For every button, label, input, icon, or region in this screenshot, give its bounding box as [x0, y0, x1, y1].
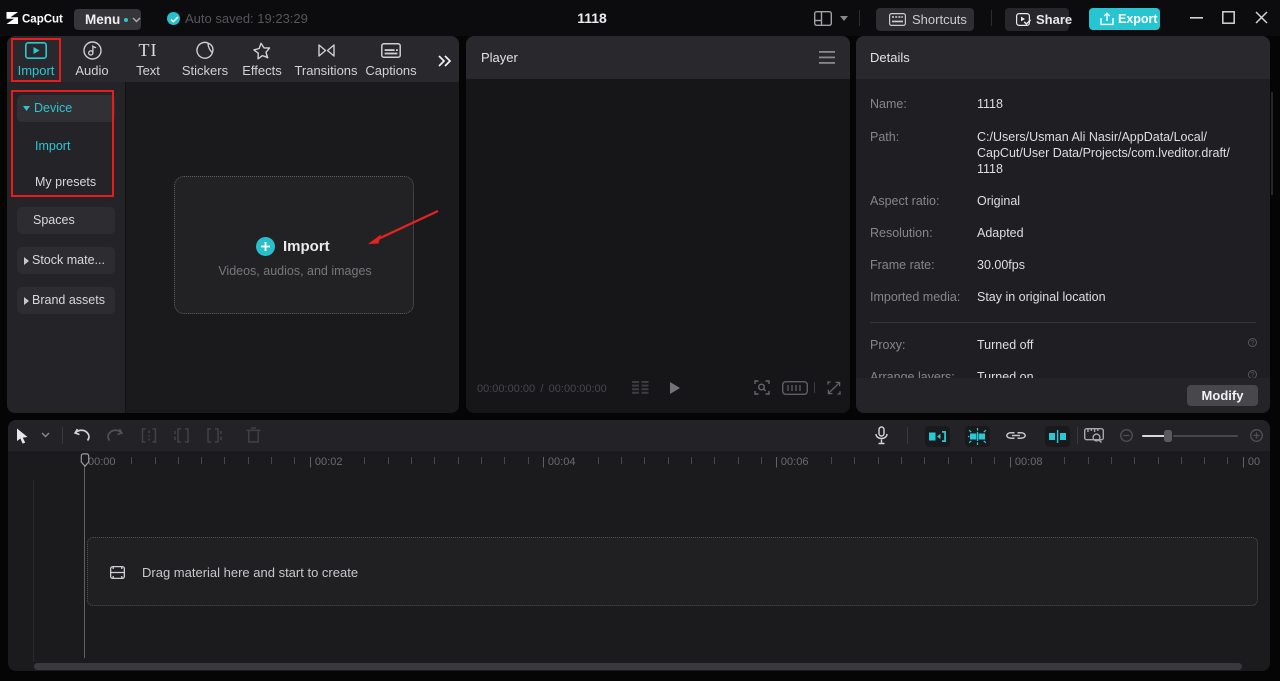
svg-text:CapCut: CapCut: [22, 14, 63, 26]
